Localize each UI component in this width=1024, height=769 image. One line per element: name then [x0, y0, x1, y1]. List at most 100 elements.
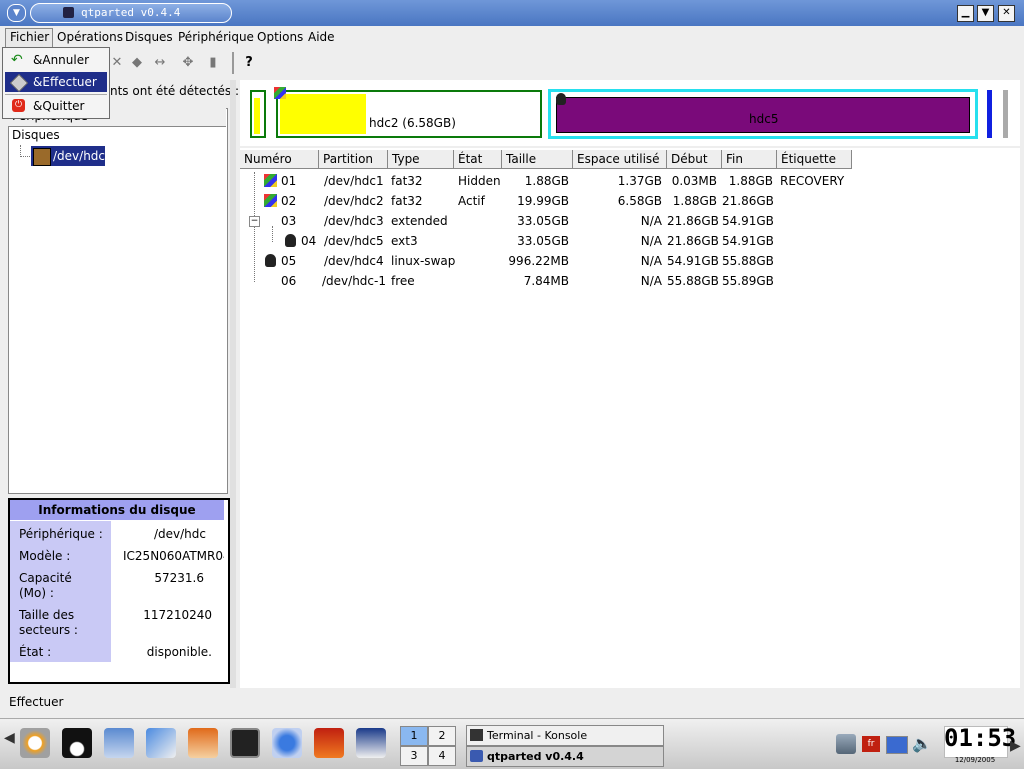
window-menu-button[interactable]: ▼ — [7, 4, 26, 22]
col-taille[interactable]: Taille — [502, 150, 573, 169]
delete-partition-icon[interactable]: ✕ — [110, 55, 124, 70]
menu-options[interactable]: Options — [257, 29, 303, 45]
collapse-icon[interactable]: − — [249, 216, 260, 227]
tree-root-disques[interactable]: Disques — [12, 128, 60, 142]
minimize-button[interactable]: ▁ — [957, 5, 974, 22]
desktop-1[interactable]: 1 — [400, 726, 428, 746]
info-label: Taille des secteurs : — [19, 608, 78, 637]
window-list-icon[interactable] — [104, 728, 134, 758]
col-numero[interactable]: Numéro — [240, 150, 319, 169]
fichier-menu: ↶ &Annuler &Effectuer ⏻ &Quitter — [2, 47, 110, 119]
task-qtparted[interactable]: qtparted v0.4.4 — [466, 746, 664, 767]
map-hdc1[interactable] — [250, 90, 266, 138]
menu-item-quitter[interactable]: ⏻ &Quitter — [5, 96, 107, 116]
map-hdc4-swap[interactable] — [987, 90, 992, 138]
cell-state: Actif — [458, 194, 485, 208]
openoffice-icon[interactable] — [356, 728, 386, 758]
cell-type: extended — [391, 214, 448, 228]
cell-end: 54.91GB — [722, 214, 774, 228]
maximize-button[interactable]: ▼ — [977, 5, 994, 22]
map-free[interactable] — [1003, 90, 1008, 138]
apply-icon — [9, 73, 29, 93]
terminal-icon[interactable] — [230, 728, 260, 758]
menu-fichier[interactable]: Fichier — [10, 29, 49, 45]
toolbar-separator — [232, 52, 234, 74]
menu-operations[interactable]: Opérations — [57, 29, 123, 45]
network-icon[interactable] — [836, 734, 856, 754]
menu-aide[interactable]: Aide — [308, 29, 335, 45]
cell-type: linux-swap — [391, 254, 456, 268]
cell-start: 0.03MB — [671, 174, 717, 188]
map-hdc3-extended[interactable]: hdc5 — [548, 89, 978, 139]
display-icon[interactable] — [886, 736, 908, 754]
cell-num: 02 — [281, 194, 297, 208]
col-fin[interactable]: Fin — [722, 150, 777, 169]
app-icon — [63, 7, 74, 18]
cell-used: N/A — [640, 234, 662, 248]
tux-icon[interactable] — [62, 728, 92, 758]
cell-partition: /dev/hdc2 — [324, 194, 384, 208]
partition-map: hdc2 (6.58GB) hdc5 — [240, 80, 1020, 146]
col-type[interactable]: Type — [388, 150, 454, 169]
home-icon[interactable] — [188, 728, 218, 758]
close-button[interactable]: ✕ — [998, 5, 1015, 22]
cell-num: 04 — [301, 234, 317, 248]
cell-partition: /dev/hdc1 — [324, 174, 384, 188]
linux-icon — [265, 254, 276, 267]
keyboard-layout-icon[interactable]: fr — [862, 736, 880, 752]
taskbar-arrow-left-icon[interactable]: ◀ — [4, 730, 15, 746]
col-etiquette[interactable]: Étiquette — [777, 150, 852, 169]
cell-used: N/A — [640, 214, 662, 228]
desktop-3[interactable]: 3 — [400, 746, 428, 766]
cell-partition: /dev/hdc5 — [324, 234, 384, 248]
detected-label: nts ont été détectés : — [110, 84, 240, 98]
menu-item-annuler[interactable]: ↶ &Annuler — [5, 50, 107, 70]
tree-line — [20, 156, 30, 158]
col-etat[interactable]: État — [454, 150, 502, 169]
cell-partition: /dev/hdc-1 — [322, 274, 386, 288]
info-label: Modèle : — [19, 549, 71, 563]
desktop-2[interactable]: 2 — [428, 726, 456, 746]
taskbar-arrow-right-icon[interactable]: ▶ — [1010, 738, 1021, 754]
col-partition[interactable]: Partition — [319, 150, 388, 169]
cell-type: fat32 — [391, 174, 423, 188]
disk-info-title: Informations du disque — [10, 500, 224, 520]
cell-end: 55.88GB — [722, 254, 774, 268]
cell-used: 6.58GB — [617, 194, 662, 208]
info-value: disponible. — [146, 645, 212, 659]
cell-num: 06 — [281, 274, 297, 288]
cell-start: 21.86GB — [667, 214, 719, 228]
pane-splitter[interactable] — [230, 80, 236, 688]
cell-partition: /dev/hdc3 — [324, 214, 384, 228]
tree-item-hdc[interactable]: /dev/hdc — [31, 146, 105, 166]
desktop-4[interactable]: 4 — [428, 746, 456, 766]
mozilla-icon[interactable] — [314, 728, 344, 758]
whats-this-icon[interactable]: ? — [242, 55, 256, 70]
volume-icon[interactable]: 🔈 — [912, 734, 932, 754]
info-value: 117210240 — [143, 608, 212, 622]
window-title: qtparted v0.4.4 — [30, 3, 232, 23]
cell-size: 33.05GB — [517, 234, 569, 248]
menu-disques[interactable]: Disques — [125, 29, 173, 45]
browser-icon[interactable] — [272, 728, 302, 758]
resize-icon[interactable]: ↔ — [153, 55, 167, 70]
menu-peripherique[interactable]: Périphérique — [178, 29, 254, 45]
cell-num: 05 — [281, 254, 297, 268]
format-icon[interactable]: ◆ — [130, 55, 144, 70]
task-konsole[interactable]: Terminal - Konsole — [466, 725, 664, 746]
info-value: /dev/hdc — [153, 527, 206, 541]
status-bar — [0, 690, 1024, 718]
trash-icon[interactable]: ▮ — [206, 55, 220, 70]
clock-time: 01:53 — [944, 724, 1017, 752]
col-debut[interactable]: Début — [667, 150, 722, 169]
cell-end: 21.86GB — [722, 194, 774, 208]
menu-item-effectuer[interactable]: &Effectuer — [5, 72, 107, 93]
edit-icon[interactable] — [146, 728, 176, 758]
map-hdc2[interactable]: hdc2 (6.58GB) — [276, 90, 542, 138]
kde-menu-icon[interactable] — [20, 728, 50, 758]
cell-start: 55.88GB — [667, 274, 719, 288]
info-value: IC25N060ATMR04 — [123, 549, 224, 563]
info-label: État : — [19, 645, 52, 659]
col-espace-utilise[interactable]: Espace utilisé — [573, 150, 667, 169]
move-icon[interactable]: ✥ — [181, 55, 195, 70]
